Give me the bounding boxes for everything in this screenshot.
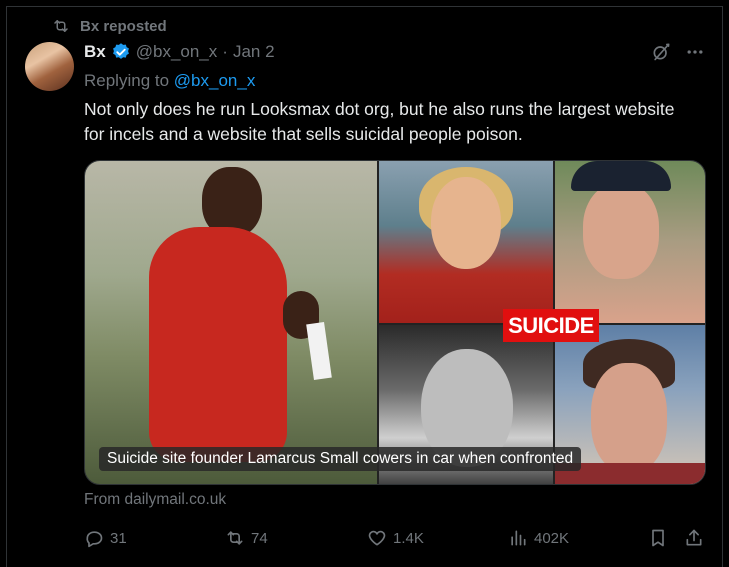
link-card-image[interactable]: SUICIDE Suicide site founder Lamarcus Sm… [84,160,706,485]
views-count: 402K [534,529,570,547]
repost-icon [227,531,243,545]
share-button[interactable] [684,528,704,553]
face [583,183,659,279]
like-count: 1.4K [393,529,424,547]
repost-count: 74 [251,529,268,547]
share-icon [686,529,702,546]
reply-prefix: Replying to [84,71,170,90]
verified-badge-icon [112,43,129,59]
separator: · [222,42,228,61]
paper [306,322,332,380]
tweet-top-actions [651,42,705,62]
tweet-header: Bx @bx_on_x · Jan 2 [84,42,275,62]
replying-to: Replying to @bx_on_x [84,71,255,91]
tweet-date[interactable]: Jan 2 [233,42,275,62]
overlay-label: SUICIDE [503,309,599,342]
grok-icon[interactable] [651,42,671,62]
reply-handle-link[interactable]: @bx_on_x [174,71,256,90]
repost-button[interactable]: 74 [225,528,268,548]
reply-count: 31 [110,529,127,547]
reply-button[interactable]: 31 [84,528,127,548]
author-name[interactable]: Bx [84,42,106,62]
face [431,177,501,269]
repost-icon [54,20,68,32]
views-icon [511,530,526,546]
photo-young-man-cap [555,161,705,323]
reply-icon [86,531,103,548]
media-caption: Suicide site founder Lamarcus Small cowe… [99,447,582,471]
like-button[interactable]: 1.4K [367,528,424,548]
man-body [149,227,287,462]
avatar[interactable] [25,42,74,91]
photo-woman-blonde [379,161,553,323]
views-button[interactable]: 402K [508,528,569,548]
author-handle[interactable]: @bx_on_x [136,42,218,62]
repost-label: Bx reposted [80,17,167,35]
more-icon[interactable] [685,42,705,62]
repost-indicator[interactable]: Bx reposted [52,17,167,35]
link-source[interactable]: From dailymail.co.uk [84,491,226,509]
heart-icon [368,530,386,546]
face [591,363,667,473]
photo-man-red-shirt [85,161,377,484]
bookmark-icon [652,529,664,547]
action-bar: 31 74 1.4K 402K [84,528,704,550]
cap [571,161,671,191]
tweet-text: Not only does he run Looksmax dot org, b… [84,99,675,144]
bookmark-button[interactable] [648,528,668,553]
